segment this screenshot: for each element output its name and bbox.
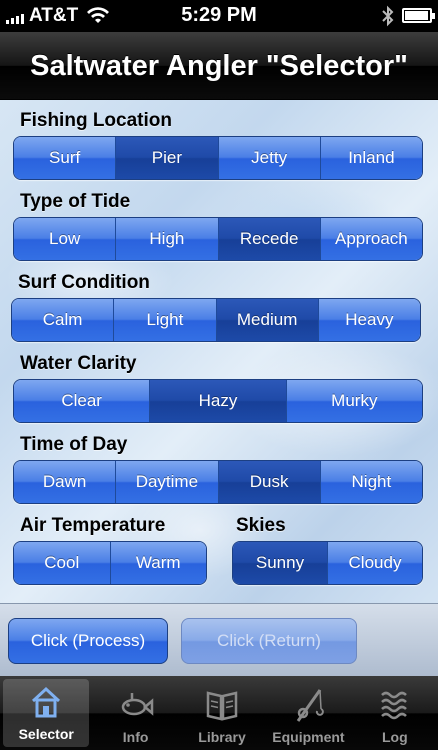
option-heavy[interactable]: Heavy [317,299,420,341]
tab-label: Log [382,729,408,745]
option-clear[interactable]: Clear [14,380,150,422]
option-night[interactable]: Night [319,461,422,503]
fish-icon [121,693,153,716]
tab-label: Info [122,729,149,745]
selector-form: Fishing Location Surf Pier Jetty Inland … [0,100,438,603]
option-inland[interactable]: Inland [319,137,422,179]
water-clarity-segment: Clear Hazy Murky [13,379,423,423]
option-cool[interactable]: Cool [14,542,110,584]
option-low[interactable]: Low [14,218,116,260]
option-calm[interactable]: Calm [12,299,114,341]
tab-label: Selector [18,726,74,742]
time-of-day-label: Time of Day [20,434,128,455]
tab-equipment[interactable]: Equipment [265,676,351,750]
option-murky[interactable]: Murky [285,380,422,422]
air-temperature-segment: Cool Warm [13,541,207,585]
air-temperature-label: Air Temperature [20,515,166,536]
option-cloudy[interactable]: Cloudy [327,542,422,584]
option-surf[interactable]: Surf [14,137,116,179]
surf-condition-segment: Calm Light Medium Heavy [11,298,421,342]
fishing-rod-icon [297,689,325,722]
tab-selector[interactable]: Selector [3,679,90,747]
option-daytime[interactable]: Daytime [115,461,218,503]
skies-label: Skies [236,515,286,536]
waves-icon [380,691,407,720]
skies-segment: Sunny Cloudy [232,541,423,585]
tide-type-segment: Low High Recede Approach [13,217,423,261]
surf-condition-label: Surf Condition [18,272,150,293]
option-hazy[interactable]: Hazy [149,380,286,422]
option-dusk[interactable]: Dusk [217,461,320,503]
return-button[interactable]: Click (Return) [181,618,357,664]
status-time: 5:29 PM [181,4,257,26]
tab-label: Equipment [272,729,345,745]
fishing-location-segment: Surf Pier Jetty Inland [13,136,423,180]
nav-bar: Saltwater Angler "Selector" [0,32,438,100]
bluetooth-icon [382,5,394,27]
house-icon [32,686,61,718]
page-title: Saltwater Angler "Selector" [30,50,408,82]
tide-type-label: Type of Tide [20,191,131,212]
option-sunny[interactable]: Sunny [233,542,327,584]
option-jetty[interactable]: Jetty [217,137,320,179]
status-bar: AT&T 5:29 PM [0,0,438,32]
water-clarity-label: Water Clarity [20,353,137,374]
option-recede[interactable]: Recede [217,218,320,260]
tab-bar: Selector Info Library Equipment Log [0,676,438,750]
tab-label: Library [198,729,246,745]
option-pier[interactable]: Pier [115,137,218,179]
tab-log[interactable]: Log [352,676,438,750]
time-of-day-segment: Dawn Daytime Dusk Night [13,460,423,504]
process-button[interactable]: Click (Process) [8,618,168,664]
option-medium[interactable]: Medium [215,299,318,341]
tab-info[interactable]: Info [92,676,178,750]
tab-library[interactable]: Library [179,676,265,750]
option-light[interactable]: Light [113,299,216,341]
book-icon [206,691,238,721]
option-dawn[interactable]: Dawn [14,461,116,503]
option-approach[interactable]: Approach [319,218,422,260]
option-high[interactable]: High [115,218,218,260]
battery-icon [402,8,435,23]
option-warm[interactable]: Warm [109,542,206,584]
action-bar: Click (Process) Click (Return) [0,603,438,676]
fishing-location-label: Fishing Location [20,110,172,131]
